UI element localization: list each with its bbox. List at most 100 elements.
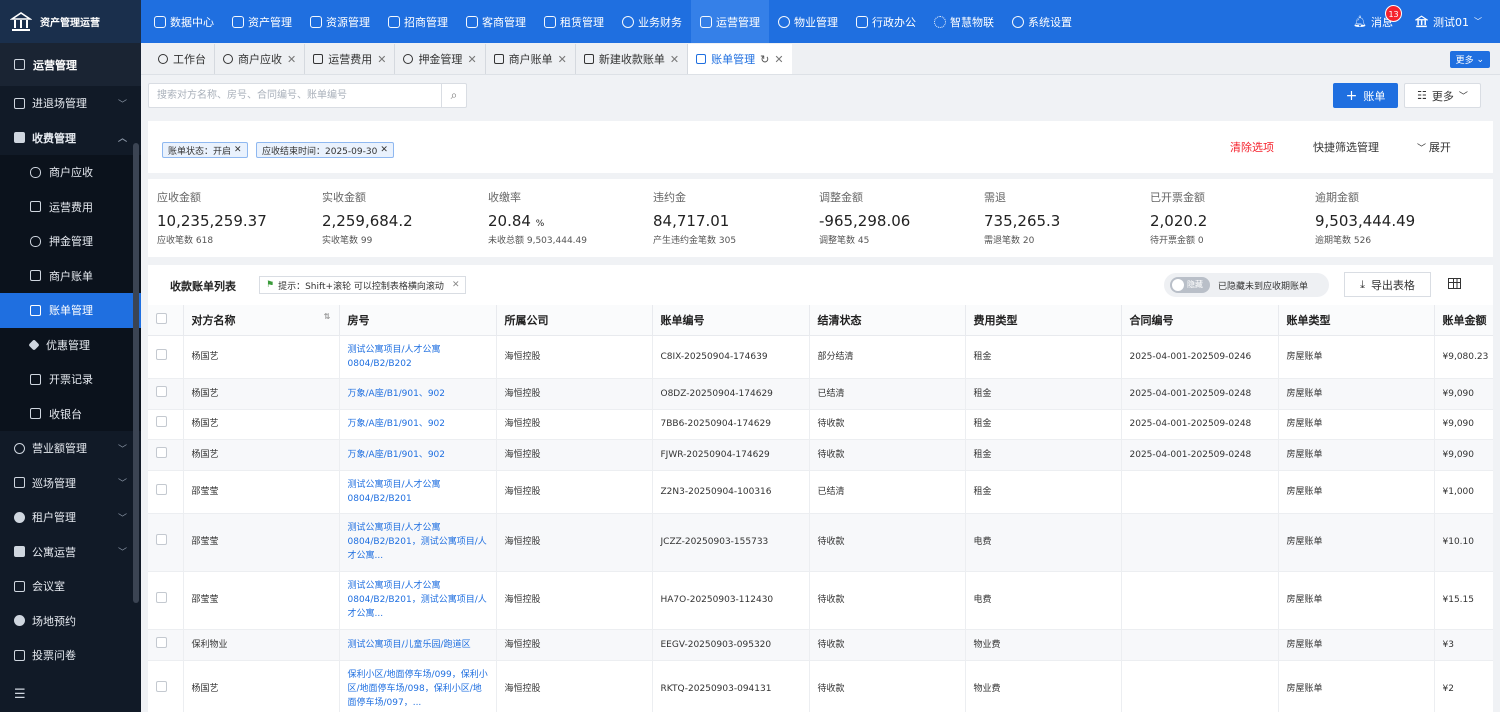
refresh-icon[interactable]: ↻ xyxy=(760,53,769,66)
expand-filters-button[interactable]: ﹀ 展开 xyxy=(1417,139,1451,155)
table-row[interactable]: 杨国艺 万象/A座/B1/901、902 海恒控股 O8DZ-20250904-174… xyxy=(148,378,1493,410)
table-row[interactable]: 邵莹莹 测试公寓项目/人才公寓0804/B2/B201 海恒控股 Z2N3-20250… xyxy=(148,470,1493,514)
table-row[interactable]: 邵莹莹 测试公寓项目/人才公寓0804/B2/B201，测试公寓项目/人才公寓..… xyxy=(148,513,1493,572)
export-table-button[interactable]: ⤓ 导出表格 xyxy=(1344,272,1431,297)
cell-room[interactable]: 测试公寓项目/人才公寓0804/B2/B201，测试公寓项目/人才公寓... xyxy=(339,513,497,572)
sidebar-item-merchant-receivable[interactable]: 商户应收 xyxy=(0,155,141,190)
cell-room[interactable]: 万象/A座/B1/901、902 xyxy=(339,378,497,410)
close-icon[interactable]: ✕ xyxy=(467,53,476,66)
table-row[interactable]: 保利物业 测试公寓项目/儿童乐园/跑道区 海恒控股 EEGV-20250903-095… xyxy=(148,629,1493,661)
menu-item-data-center[interactable]: 数据中心 xyxy=(145,0,223,43)
tab-operation-cost[interactable]: 运营费用 ✕ xyxy=(305,44,396,74)
cell-room[interactable]: 测试公寓项目/儿童乐园/跑道区 xyxy=(339,629,497,661)
col-header-name[interactable]: 对方名称 ⇅ xyxy=(183,305,340,336)
sidebar-scrollbar[interactable] xyxy=(133,143,139,603)
close-icon[interactable]: ✕ xyxy=(377,53,386,66)
menu-item-operation[interactable]: 运营管理 xyxy=(691,0,769,43)
sidebar-item-meeting-room[interactable]: 会议室 xyxy=(0,569,141,604)
menu-item-finance[interactable]: 业务财务 xyxy=(613,0,691,43)
cell-room[interactable]: 保利小区/地面停车场/099，保利小区/地面停车场/098，保利小区/地面停车场… xyxy=(339,660,497,712)
user-menu[interactable]: 测试01 ﹀ xyxy=(1415,14,1482,30)
search-button[interactable]: ⌕ xyxy=(441,84,466,107)
table-columns-icon[interactable] xyxy=(1448,278,1461,289)
row-checkbox[interactable] xyxy=(156,534,167,545)
cell-bill-no: EEGV-20250903-095320 xyxy=(652,629,810,661)
menu-item-asset[interactable]: 资产管理 xyxy=(223,0,301,43)
sidebar-item-discount[interactable]: 优惠管理 xyxy=(0,327,141,362)
cell-room[interactable]: 测试公寓项目/人才公寓0804/B2/B201 xyxy=(339,470,497,514)
quick-filter-link[interactable]: 快捷筛选管理 xyxy=(1313,139,1379,155)
menu-item-investment[interactable]: 招商管理 xyxy=(379,0,457,43)
tab-workbench[interactable]: 工作台 xyxy=(150,44,215,74)
close-icon[interactable]: ✕ xyxy=(287,53,296,66)
select-all-checkbox[interactable] xyxy=(156,312,167,324)
filter-chip-bill-status[interactable]: 账单状态：开启 ✕ xyxy=(162,142,248,158)
tab-deposit[interactable]: 押金管理 ✕ xyxy=(395,44,486,74)
hide-future-bills-toggle[interactable]: 隐藏 xyxy=(1170,277,1210,293)
row-select-cell xyxy=(148,660,184,712)
row-checkbox[interactable] xyxy=(156,483,167,495)
row-checkbox[interactable] xyxy=(156,416,167,427)
table-row[interactable]: 邵莹莹 测试公寓项目/人才公寓0804/B2/B201，测试公寓项目/人才公寓..… xyxy=(148,571,1493,630)
sidebar-item-patrol[interactable]: 巡场管理 ﹀ xyxy=(0,466,141,501)
row-checkbox[interactable] xyxy=(156,681,167,692)
sidebar-item-apartment[interactable]: 公寓运营 ﹀ xyxy=(0,535,141,570)
sidebar-item-cashier[interactable]: 收银台 xyxy=(0,396,141,431)
more-actions-button[interactable]: ☷ 更多 ﹀ xyxy=(1404,83,1481,108)
menu-item-lease[interactable]: 租赁管理 xyxy=(535,0,613,43)
menu-item-merchant[interactable]: 客商管理 xyxy=(457,0,535,43)
tab-new-receipt-bill[interactable]: 新建收款账单 ✕ xyxy=(576,44,689,74)
cell-room[interactable]: 测试公寓项目/人才公寓0804/B2/B202 xyxy=(339,335,497,379)
sidebar-item-fee[interactable]: 收费管理 ︿ xyxy=(0,121,141,156)
cell-room[interactable]: 万象/A座/B1/901、902 xyxy=(339,439,497,471)
tabs-more-button[interactable]: 更多 ⌄ xyxy=(1449,51,1490,68)
clear-filters-link[interactable]: 清除选项 xyxy=(1230,139,1274,155)
cell-company: 海恒控股 xyxy=(496,571,653,630)
sidebar-item-turnover[interactable]: 营业额管理 ﹀ xyxy=(0,431,141,466)
sidebar-item-bill-management[interactable]: 账单管理 xyxy=(0,293,141,328)
sidebar-item-vote[interactable]: 投票问卷 xyxy=(0,638,141,673)
row-checkbox[interactable] xyxy=(156,385,167,397)
tab-bill-management[interactable]: 账单管理 ↻ ✕ xyxy=(688,44,792,74)
sidebar-item-merchant-bill[interactable]: 商户账单 xyxy=(0,258,141,293)
messages-button[interactable]: 🔔︎ 消息 13 xyxy=(1353,4,1403,30)
menu-item-iot[interactable]: 智慧物联 xyxy=(925,0,1003,43)
row-checkbox[interactable] xyxy=(156,636,167,648)
brand[interactable]: 资产管理运营 xyxy=(0,0,141,43)
sidebar-item-entry-exit[interactable]: 进退场管理 ﹀ xyxy=(0,86,141,121)
row-checkbox[interactable] xyxy=(156,348,167,360)
sidebar-item-invoice-record[interactable]: 开票记录 xyxy=(0,362,141,397)
table-row[interactable]: 杨国艺 万象/A座/B1/901、902 海恒控股 FJWR-20250904-174… xyxy=(148,439,1493,471)
table-row[interactable]: 杨国艺 万象/A座/B1/901、902 海恒控股 7BB6-20250904-174… xyxy=(148,409,1493,440)
table-row[interactable]: 杨国艺 保利小区/地面停车场/099，保利小区/地面停车场/098，保利小区/地面… xyxy=(148,660,1493,712)
menu-item-admin[interactable]: 行政办公 xyxy=(847,0,925,43)
filter-chip-due-end[interactable]: 应收结束时间：2025-09-30 ✕ xyxy=(256,142,394,158)
close-icon[interactable]: ✕ xyxy=(452,280,460,290)
sidebar-item-operation-cost[interactable]: 运营费用 xyxy=(0,189,141,224)
row-checkbox[interactable] xyxy=(156,446,167,458)
tab-merchant-bill[interactable]: 商户账单 ✕ xyxy=(486,44,576,74)
collapse-menu-icon[interactable]: ☰ xyxy=(14,687,26,702)
cell-name: 杨国艺 xyxy=(183,409,340,440)
sidebar-item-venue-booking[interactable]: 场地预约 xyxy=(0,604,141,639)
table-row[interactable]: 杨国艺 测试公寓项目/人才公寓0804/B2/B202 海恒控股 C8IX-20250… xyxy=(148,335,1493,379)
close-icon[interactable]: ✕ xyxy=(234,145,242,155)
close-icon[interactable]: ✕ xyxy=(774,53,783,66)
sort-icon[interactable]: ⇅ xyxy=(324,312,331,321)
close-icon[interactable]: ✕ xyxy=(670,53,679,66)
add-bill-button[interactable]: + 账单 xyxy=(1333,83,1398,108)
close-icon[interactable]: ✕ xyxy=(558,53,567,66)
cell-room[interactable]: 测试公寓项目/人才公寓0804/B2/B201，测试公寓项目/人才公寓... xyxy=(339,571,497,630)
sidebar-header[interactable]: 运营管理 xyxy=(0,43,141,86)
cell-room[interactable]: 万象/A座/B1/901、902 xyxy=(339,409,497,440)
close-icon[interactable]: ✕ xyxy=(380,145,388,155)
cell-name: 邵莹莹 xyxy=(183,513,340,572)
menu-item-property[interactable]: 物业管理 xyxy=(769,0,847,43)
menu-item-settings[interactable]: 系统设置 xyxy=(1003,0,1081,43)
menu-item-resource[interactable]: 资源管理 xyxy=(301,0,379,43)
sidebar-item-deposit[interactable]: 押金管理 xyxy=(0,224,141,259)
row-checkbox[interactable] xyxy=(156,592,167,603)
sidebar-item-tenant[interactable]: 租户管理 ﹀ xyxy=(0,500,141,535)
search-input[interactable] xyxy=(149,84,439,107)
tab-merchant-receivable[interactable]: 商户应收 ✕ xyxy=(215,44,306,74)
